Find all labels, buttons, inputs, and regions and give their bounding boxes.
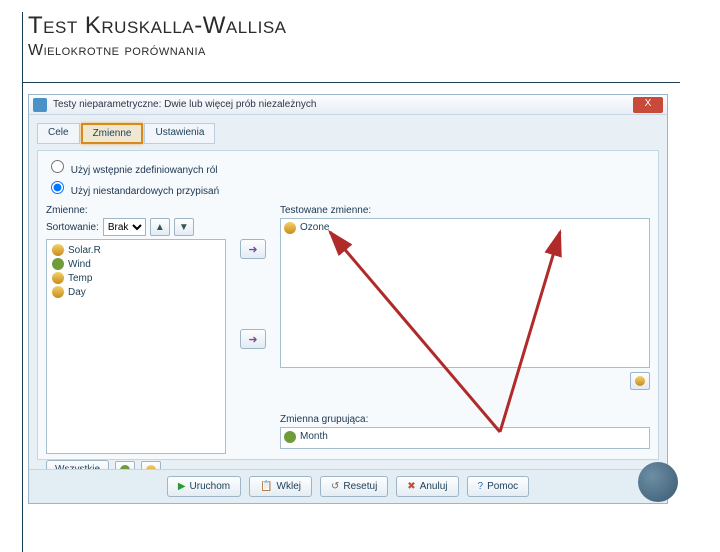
scale-icon — [52, 244, 64, 256]
scale-icon — [635, 376, 645, 386]
btn-label: Pomoc — [487, 481, 518, 492]
run-button[interactable]: ▶ Uruchom — [167, 476, 241, 497]
right-column: Testowane zmienne: Ozone Zmienna grupują… — [280, 199, 650, 479]
list-item[interactable]: Wind — [50, 257, 222, 271]
paste-icon: 📋 — [260, 481, 272, 492]
slide-left-rule — [22, 12, 23, 552]
paste-button[interactable]: 📋 Wklej — [249, 476, 312, 497]
tab-variables[interactable]: Zmienne — [81, 123, 144, 144]
cancel-icon: ✖ — [407, 481, 415, 492]
left-column: Zmienne: Sortowanie: Brak ▲ ▼ Solar.R Wi… — [46, 199, 226, 479]
scale-icon — [284, 222, 296, 234]
cancel-button[interactable]: ✖ Anuluj — [396, 476, 458, 497]
slide-underline — [22, 82, 680, 83]
list-item[interactable]: Solar.R — [50, 243, 222, 257]
help-button[interactable]: ?Pomoc — [467, 476, 530, 497]
btn-label: Uruchom — [190, 481, 231, 492]
move-to-tested-button[interactable]: ➜ — [240, 239, 266, 259]
grouping-label: Zmienna grupująca: — [280, 414, 650, 425]
titlebar: Testy nieparametryczne: Dwie lub więcej … — [29, 95, 667, 115]
btn-label: Anuluj — [420, 481, 448, 492]
sort-row: Sortowanie: Brak ▲ ▼ — [46, 218, 226, 236]
var-label: Temp — [68, 273, 92, 284]
reset-button[interactable]: ↺ Resetuj — [320, 476, 388, 497]
tab-content: Użyj wstępnie zdefiniowanych ról Użyj ni… — [37, 150, 659, 460]
var-label: Month — [300, 431, 328, 443]
scale-icon — [52, 286, 64, 298]
tested-label: Testowane zmienne: — [280, 205, 650, 216]
list-item[interactable]: Ozone — [284, 222, 646, 234]
btn-label: Wklej — [277, 481, 301, 492]
var-label: Solar.R — [68, 245, 101, 256]
slide-subtitle: Wielokrotne porównania — [28, 42, 720, 60]
var-label: Wind — [68, 259, 91, 270]
slide-title: Test Kruskalla-Wallisa — [28, 12, 720, 40]
variables-label: Zmienne: — [46, 205, 226, 216]
sort-desc-icon[interactable]: ▼ — [174, 218, 194, 236]
nominal-icon — [52, 258, 64, 270]
tab-row: Cele Zmienne Ustawienia — [37, 123, 659, 144]
dialog-footer: ▶ Uruchom 📋 Wklej ↺ Resetuj ✖ Anuluj ?Pomoc — [29, 469, 667, 503]
radio-label: Użyj niestandardowych przypisań — [71, 186, 219, 197]
role-radios: Użyj wstępnie zdefiniowanych ról Użyj ni… — [46, 157, 650, 197]
var-label: Ozone — [300, 222, 329, 234]
variables-listbox[interactable]: Solar.R Wind Temp Day — [46, 239, 226, 454]
var-label: Day — [68, 287, 86, 298]
close-button[interactable]: X — [633, 97, 663, 113]
help-icon: ? — [478, 481, 484, 492]
transfer-buttons: ➜ ➜ — [238, 199, 268, 479]
sort-select[interactable]: Brak — [103, 218, 146, 236]
list-item[interactable]: Day — [50, 285, 222, 299]
app-icon — [33, 98, 47, 112]
reset-icon: ↺ — [331, 481, 339, 492]
scale-icon — [52, 272, 64, 284]
dialog-window: Testy nieparametryczne: Dwie lub więcej … — [28, 94, 668, 504]
play-icon: ▶ — [178, 481, 186, 492]
radio-label: Użyj wstępnie zdefiniowanych ról — [71, 165, 218, 176]
sort-asc-icon[interactable]: ▲ — [150, 218, 170, 236]
list-item[interactable]: Temp — [50, 271, 222, 285]
radio-predefined-roles[interactable]: Użyj wstępnie zdefiniowanych ról — [46, 157, 650, 176]
dialog-body: Cele Zmienne Ustawienia Użyj wstępnie zd… — [29, 115, 667, 468]
grouping-field[interactable]: Month — [280, 427, 650, 449]
list-item[interactable]: Month — [284, 431, 646, 443]
radio-custom-assign[interactable]: Użyj niestandardowych przypisań — [46, 178, 650, 197]
tab-settings[interactable]: Ustawienia — [144, 123, 215, 144]
btn-label: Resetuj — [343, 481, 377, 492]
nominal-icon — [284, 431, 296, 443]
slide-decoration-circle — [638, 462, 678, 502]
move-to-group-button[interactable]: ➜ — [240, 329, 266, 349]
tested-listbox[interactable]: Ozone — [280, 218, 650, 368]
window-title: Testy nieparametryczne: Dwie lub więcej … — [53, 99, 633, 110]
tested-measure-icon[interactable] — [630, 372, 650, 390]
sort-label: Sortowanie: — [46, 222, 99, 233]
tab-goals[interactable]: Cele — [37, 123, 80, 144]
